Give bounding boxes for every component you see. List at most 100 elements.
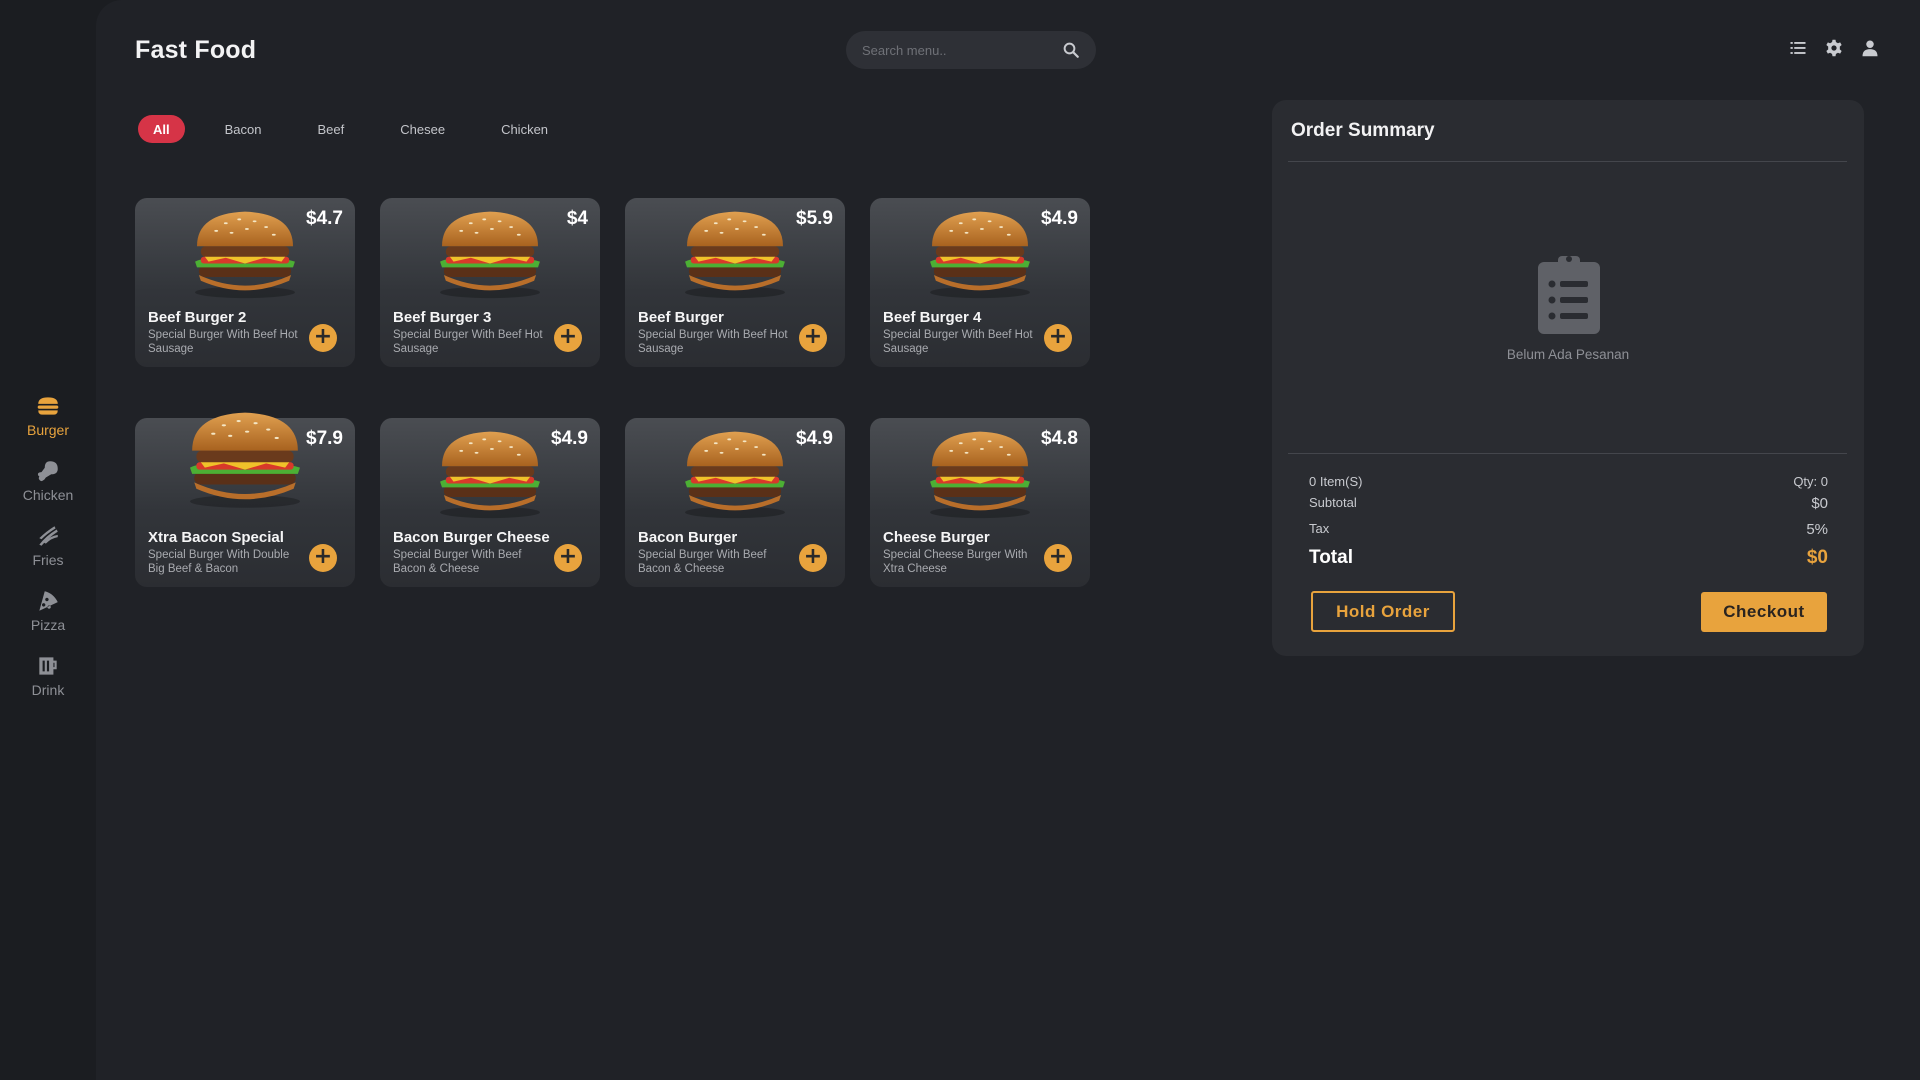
product-description: Special Cheese Burger With Xtra Cheese — [883, 549, 1028, 575]
sidebar-item-burger[interactable]: Burger — [0, 383, 96, 448]
pizza-icon — [39, 591, 58, 611]
sidebar-item-label: Pizza — [30, 617, 66, 633]
sidebar-item-label: Chicken — [22, 487, 74, 503]
product-name: Bacon Burger Cheese — [393, 529, 550, 546]
product-price: $4.9 — [551, 428, 588, 449]
divider — [1288, 453, 1847, 454]
search-bar[interactable] — [846, 31, 1096, 69]
sidebar-item-chicken[interactable]: Chicken — [0, 448, 96, 513]
product-card[interactable]: $4 Beef Burger 3 Special Burger With Bee… — [380, 198, 600, 367]
product-grid: $4.7 Beef Burger 2 Special Burger With B… — [135, 198, 1135, 587]
burger-image — [665, 204, 805, 300]
product-description: Special Burger With Beef Hot Sausage — [148, 329, 298, 355]
items-count: 0 Item(S) — [1309, 474, 1363, 489]
product-price: $4.7 — [306, 208, 343, 229]
product-card[interactable]: $4.9 Bacon Burger Special Burger With Be… — [625, 418, 845, 587]
sidebar: Burger Chicken Fries Pizza Drink — [0, 0, 96, 1080]
tab-beef[interactable]: Beef — [302, 115, 361, 143]
tax-row: Tax 5% — [1309, 521, 1828, 538]
total-value: $0 — [1806, 547, 1828, 568]
product-price: $7.9 — [306, 428, 343, 449]
sidebar-item-label: Fries — [32, 552, 64, 568]
product-description: Special Burger With Beef Bacon & Cheese — [393, 549, 522, 575]
product-price: $5.9 — [796, 208, 833, 229]
product-price: $4.9 — [1041, 208, 1078, 229]
product-card[interactable]: $7.9 Xtra Bacon Special Special Burger W… — [135, 418, 355, 587]
burger-image — [910, 424, 1050, 520]
add-to-order-button[interactable]: + — [309, 544, 337, 572]
search-input[interactable] — [862, 42, 1062, 58]
sidebar-item-pizza[interactable]: Pizza — [0, 578, 96, 643]
total-label: Total — [1309, 547, 1353, 568]
sidebar-item-fries[interactable]: Fries — [0, 513, 96, 578]
product-card[interactable]: $4.9 Beef Burger 4 Special Burger With B… — [870, 198, 1090, 367]
product-price: $4.8 — [1041, 428, 1078, 449]
search-icon[interactable] — [1062, 41, 1080, 59]
burger-image — [171, 391, 319, 523]
add-to-order-button[interactable]: + — [554, 324, 582, 352]
burger-image — [665, 424, 805, 520]
add-to-order-button[interactable]: + — [799, 324, 827, 352]
product-name: Bacon Burger — [638, 529, 738, 546]
checkout-button[interactable]: Checkout — [1701, 592, 1827, 632]
add-to-order-button[interactable]: + — [554, 544, 582, 572]
category-nav: Burger Chicken Fries Pizza Drink — [0, 383, 96, 708]
tax-label: Tax — [1309, 521, 1330, 536]
product-description: Special Burger With Beef Hot Sausage — [393, 329, 543, 355]
sidebar-item-label: Burger — [26, 422, 70, 438]
drink-icon — [39, 657, 57, 675]
product-description: Special Burger With Double Big Beef & Ba… — [148, 549, 290, 575]
sidebar-item-drink[interactable]: Drink — [0, 643, 96, 708]
list-icon[interactable] — [1788, 38, 1808, 58]
tax-value: 5% — [1806, 521, 1828, 538]
tab-bacon[interactable]: Bacon — [209, 115, 278, 143]
burger-icon — [37, 397, 59, 415]
items-row: 0 Item(S) Qty: 0 — [1309, 474, 1828, 489]
product-name: Beef Burger 2 — [148, 309, 247, 326]
category-tabs: All Bacon Beef Chesee Chicken — [138, 115, 588, 143]
main-panel: Fast Food All Bacon Beef Chesee Chicken — [96, 0, 1920, 1080]
subtotal-row: Subtotal $0 — [1309, 495, 1828, 512]
add-to-order-button[interactable]: + — [799, 544, 827, 572]
gear-icon[interactable] — [1824, 38, 1844, 58]
tab-chesee[interactable]: Chesee — [384, 115, 461, 143]
burger-image — [910, 204, 1050, 300]
product-name: Cheese Burger — [883, 529, 990, 546]
product-price: $4 — [566, 208, 588, 229]
tab-all[interactable]: All — [138, 115, 185, 143]
hold-order-button[interactable]: Hold Order — [1311, 591, 1455, 632]
product-description: Special Burger With Beef Hot Sausage — [638, 329, 788, 355]
empty-order-message: Belum Ada Pesanan — [1506, 347, 1630, 362]
product-card[interactable]: $4.8 Cheese Burger Special Cheese Burger… — [870, 418, 1090, 587]
fries-icon — [39, 526, 58, 546]
order-summary-title: Order Summary — [1291, 120, 1435, 141]
add-to-order-button[interactable]: + — [1044, 324, 1072, 352]
tab-chicken[interactable]: Chicken — [485, 115, 564, 143]
chicken-leg-icon — [37, 461, 58, 482]
product-name: Beef Burger 3 — [393, 309, 492, 326]
burger-image — [420, 204, 560, 300]
order-summary-panel: Order Summary Belum Ada Pesanan 0 Item(S… — [1272, 100, 1864, 656]
product-name: Beef Burger — [638, 309, 724, 326]
burger-image — [420, 424, 560, 520]
clipboard-list-icon — [1538, 256, 1600, 334]
product-name: Beef Burger 4 — [883, 309, 982, 326]
total-row: Total $0 — [1309, 547, 1828, 569]
header-actions — [1788, 38, 1880, 58]
product-card[interactable]: $4.9 Bacon Burger Cheese Special Burger … — [380, 418, 600, 587]
product-price: $4.9 — [796, 428, 833, 449]
add-to-order-button[interactable]: + — [309, 324, 337, 352]
qty-count: Qty: 0 — [1793, 474, 1828, 489]
product-name: Xtra Bacon Special — [148, 529, 284, 546]
user-icon[interactable] — [1860, 38, 1880, 58]
add-to-order-button[interactable]: + — [1044, 544, 1072, 572]
page-title: Fast Food — [135, 36, 257, 64]
product-card[interactable]: $5.9 Beef Burger Special Burger With Bee… — [625, 198, 845, 367]
product-description: Special Burger With Beef Hot Sausage — [883, 329, 1033, 355]
subtotal-label: Subtotal — [1309, 495, 1357, 510]
subtotal-value: $0 — [1811, 495, 1828, 512]
divider — [1288, 161, 1847, 162]
burger-image — [175, 204, 315, 300]
sidebar-item-label: Drink — [31, 682, 65, 698]
product-card[interactable]: $4.7 Beef Burger 2 Special Burger With B… — [135, 198, 355, 367]
